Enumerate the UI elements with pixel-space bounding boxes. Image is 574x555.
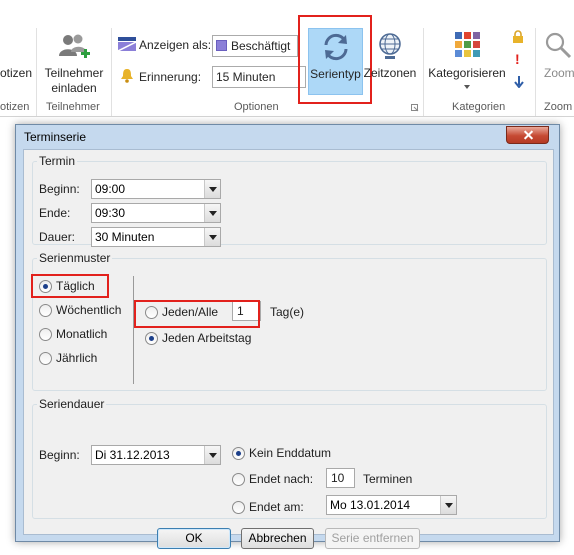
radio-every-weekday-circle[interactable] [145, 331, 158, 345]
end-after-label: Endet nach: [249, 472, 314, 486]
reminder-label: Erinnerung: [139, 70, 202, 84]
people-add-icon [59, 34, 90, 58]
pattern-section: Serienmuster [32, 251, 547, 391]
chevron-down-icon [440, 496, 456, 514]
highlight-box-jeden-arbeitstag [134, 300, 260, 328]
close-button[interactable] [506, 126, 549, 144]
chevron-down-icon [464, 85, 470, 89]
radio-end-after[interactable]: Endet nach: [232, 471, 313, 487]
ok-button[interactable]: OK [157, 528, 231, 549]
ribbon-bottom-border [0, 116, 574, 117]
highlight-box-taeglich [31, 274, 109, 298]
group-label-kategorien: Kategorien [452, 101, 506, 113]
radio-monthly-circle[interactable] [39, 327, 52, 341]
reminder-value: 15 Minuten [216, 70, 276, 84]
end-time-label: Ende: [39, 206, 71, 220]
bell-icon [121, 69, 133, 83]
categorize-icon [455, 32, 480, 57]
radio-monthly[interactable]: Monatlich [39, 326, 107, 342]
end-time-dropdown[interactable]: 09:30 [91, 203, 221, 223]
invite-label-line1: Teilnehmer [44, 66, 104, 80]
ribbon-separator [36, 28, 37, 116]
occurrences-unit-label: Terminen [363, 472, 413, 486]
radio-no-end-date[interactable]: Kein Enddatum [232, 445, 331, 461]
range-start-label: Beginn: [39, 448, 80, 462]
radio-end-by[interactable]: Endet am: [232, 499, 304, 515]
radio-weekly-label: Wöchentlich [56, 303, 122, 317]
duration-value: 30 Minuten [95, 230, 155, 244]
radio-weekly-circle[interactable] [39, 303, 52, 317]
show-as-value: Beschäftigt [231, 39, 291, 53]
partial-button-label[interactable]: otizen [0, 66, 32, 80]
importance-low-icon[interactable] [514, 76, 524, 88]
radio-end-by-circle[interactable] [232, 500, 245, 514]
remove-recurrence-button[interactable]: Serie entfernen [325, 528, 420, 549]
time-zones-button[interactable]: Zeitzonen [363, 28, 417, 95]
magnifier-icon [545, 32, 572, 59]
chevron-down-icon [204, 446, 220, 464]
no-end-date-label: Kein Enddatum [249, 446, 332, 460]
chevron-down-icon [204, 204, 220, 222]
pattern-divider [133, 276, 134, 384]
partial-group-label: otizen [0, 101, 30, 113]
radio-yearly-label: Jährlich [56, 351, 98, 365]
ribbon-separator [535, 28, 536, 116]
range-start-dropdown[interactable]: Di 31.12.2013 [91, 445, 221, 465]
start-time-value: 09:00 [95, 182, 126, 196]
radio-yearly-circle[interactable] [39, 351, 52, 365]
show-as-icon [117, 37, 137, 52]
termin-legend: Termin [39, 154, 76, 168]
recurrence-dialog: Terminserie Termin Beginn: 09:00 Ende: 0… [15, 124, 560, 549]
group-label-teilnehmer: Teilnehmer [46, 101, 100, 113]
invite-label-line2: einladen [51, 81, 97, 95]
start-time-label: Beginn: [39, 182, 80, 196]
ribbon: otizen otizen Teilnehmer einladen Teilne… [0, 0, 574, 120]
cancel-button[interactable]: Abbrechen [241, 528, 314, 549]
zoom-button[interactable]: Zoom [538, 28, 574, 98]
start-time-dropdown[interactable]: 09:00 [91, 179, 221, 199]
every-weekday-label: Jeden Arbeitstag [162, 331, 252, 345]
show-as-label: Anzeigen als: [139, 38, 212, 52]
end-date-value: Mo 13.01.2014 [330, 498, 411, 512]
radio-monthly-label: Monatlich [56, 327, 108, 341]
occurrences-input[interactable]: 10 [326, 468, 355, 488]
radio-weekly[interactable]: Wöchentlich [39, 302, 121, 318]
ribbon-separator [111, 28, 112, 116]
interval-unit-label: Tag(e) [270, 305, 305, 319]
chevron-down-icon [204, 180, 220, 198]
dialog-launcher-icon[interactable] [411, 104, 419, 112]
categorize-label: Kategorisieren [428, 66, 506, 80]
dialog-body: Termin Beginn: 09:00 Ende: 09:30 Dauer: … [23, 149, 554, 549]
categorize-button[interactable]: Kategorisieren [428, 28, 506, 98]
duration-label: Dauer: [39, 230, 76, 244]
globe-icon [379, 33, 401, 59]
time-zones-label: Zeitzonen [363, 66, 417, 80]
ribbon-separator [423, 28, 424, 116]
group-label-zoom: Zoom [544, 101, 573, 113]
highlight-box-serientyp [298, 15, 372, 104]
zoom-label: Zoom [544, 66, 574, 80]
radio-yearly[interactable]: Jährlich [39, 350, 97, 366]
range-legend: Seriendauer [39, 397, 105, 411]
invite-attendees-button[interactable]: Teilnehmer einladen [40, 28, 108, 98]
reminder-dropdown[interactable]: 15 Minuten [212, 66, 306, 88]
radio-no-end-date-circle[interactable] [232, 446, 245, 460]
duration-dropdown[interactable]: 30 Minuten [91, 227, 221, 247]
radio-every-weekday[interactable]: Jeden Arbeitstag [145, 330, 251, 346]
importance-high-icon[interactable]: ! [515, 51, 520, 67]
range-start-value: Di 31.12.2013 [95, 448, 170, 462]
end-time-value: 09:30 [95, 206, 126, 220]
pattern-legend: Serienmuster [39, 251, 111, 265]
chevron-down-icon [204, 228, 220, 246]
busy-swatch [216, 40, 227, 51]
radio-end-after-circle[interactable] [232, 472, 245, 486]
lock-icon[interactable] [512, 30, 524, 44]
end-date-dropdown[interactable]: Mo 13.01.2014 [326, 495, 457, 515]
occurrences-value: 10 [331, 471, 345, 485]
show-as-dropdown[interactable]: Beschäftigt [212, 35, 298, 57]
group-label-optionen: Optionen [234, 101, 279, 113]
end-by-label: Endet am: [249, 500, 304, 514]
dialog-title: Terminserie [24, 130, 87, 144]
